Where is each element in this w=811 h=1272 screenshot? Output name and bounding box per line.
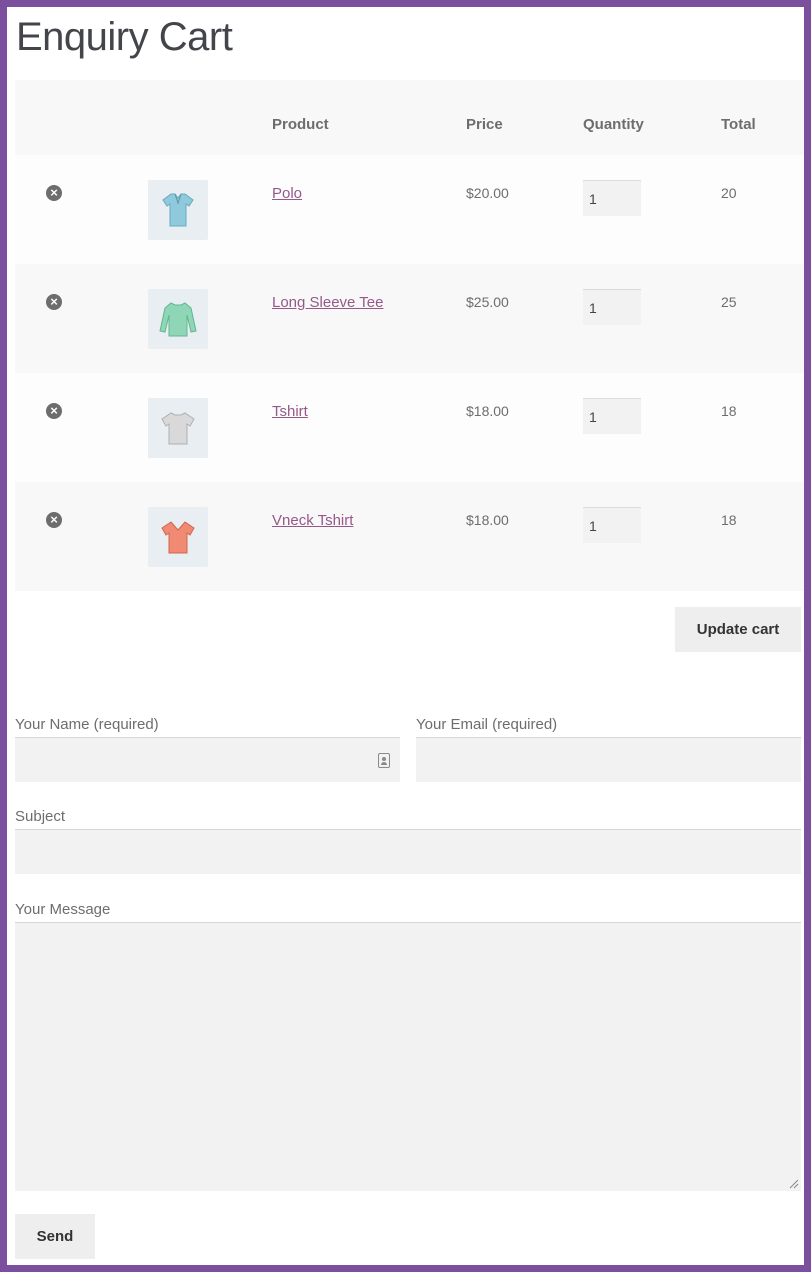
message-label: Your Message (15, 901, 111, 918)
product-link[interactable]: Polo (272, 185, 302, 202)
quantity-input[interactable] (583, 180, 641, 216)
quantity-input[interactable] (583, 507, 641, 543)
line-total: 18 (721, 403, 737, 419)
resize-grip-icon[interactable] (789, 1179, 799, 1189)
product-price: $18.00 (466, 403, 509, 419)
message-textarea[interactable] (15, 922, 801, 1191)
line-total: 25 (721, 294, 737, 310)
table-row: × Polo $20.00 20 (15, 155, 804, 264)
remove-item-icon[interactable]: × (46, 403, 62, 419)
remove-item-icon[interactable]: × (46, 294, 62, 310)
page-title: Enquiry Cart (16, 15, 233, 59)
vneck-tshirt-icon (161, 521, 195, 554)
contact-card-icon[interactable] (378, 753, 390, 768)
table-header: Product Price Quantity Total (15, 80, 804, 155)
line-total: 20 (721, 185, 737, 201)
remove-item-icon[interactable]: × (46, 512, 62, 528)
header-quantity: Quantity (583, 116, 644, 133)
cart-table: Product Price Quantity Total × Polo $20.… (15, 80, 804, 591)
product-link[interactable]: Vneck Tshirt (272, 512, 353, 529)
quantity-input[interactable] (583, 398, 641, 434)
remove-item-icon[interactable]: × (46, 185, 62, 201)
product-link[interactable]: Tshirt (272, 403, 308, 420)
table-row: × Long Sleeve Tee $25.00 25 (15, 264, 804, 373)
subject-label: Subject (15, 808, 66, 825)
polo-shirt-icon (162, 193, 194, 227)
product-price: $18.00 (466, 512, 509, 528)
product-thumbnail[interactable] (148, 289, 208, 349)
email-label: Your Email (required) (416, 716, 558, 733)
table-row: × Vneck Tshirt $18.00 18 (15, 482, 804, 591)
send-button[interactable]: Send (15, 1214, 95, 1259)
long-sleeve-tee-icon (159, 302, 197, 337)
subject-field[interactable] (15, 829, 801, 874)
email-field[interactable] (416, 737, 801, 782)
update-cart-button[interactable]: Update cart (675, 607, 801, 652)
header-total: Total (721, 116, 756, 133)
product-link[interactable]: Long Sleeve Tee (272, 294, 383, 311)
name-label: Your Name (required) (15, 716, 159, 733)
header-product: Product (272, 116, 329, 133)
table-row: × Tshirt $18.00 18 (15, 373, 804, 482)
product-price: $25.00 (466, 294, 509, 310)
tshirt-icon (161, 412, 195, 445)
product-thumbnail[interactable] (148, 180, 208, 240)
header-price: Price (466, 116, 503, 133)
product-thumbnail[interactable] (148, 398, 208, 458)
product-price: $20.00 (466, 185, 509, 201)
line-total: 18 (721, 512, 737, 528)
page-frame: Enquiry Cart Product Price Quantity Tota… (7, 7, 804, 1265)
product-thumbnail[interactable] (148, 507, 208, 567)
name-field[interactable] (15, 737, 400, 782)
quantity-input[interactable] (583, 289, 641, 325)
